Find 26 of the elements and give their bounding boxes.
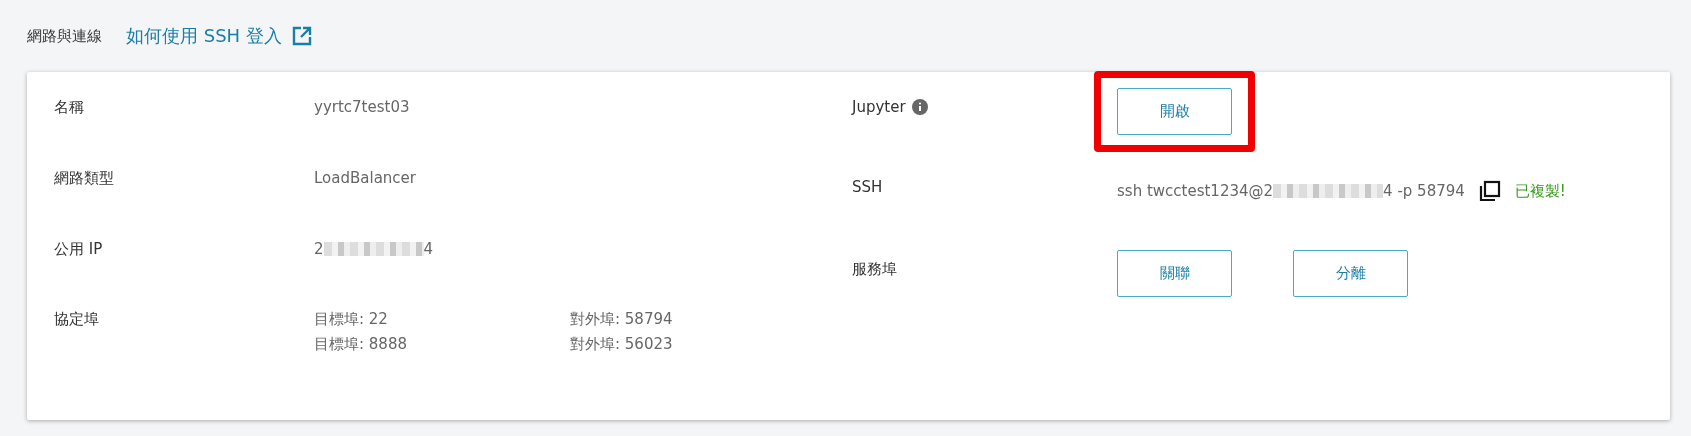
copy-icon[interactable] [1478, 180, 1501, 202]
field-label: Jupyter [852, 98, 928, 116]
field-label: 名稱 [54, 98, 84, 117]
external-port: 對外埠: 56023 [570, 335, 674, 354]
info-icon[interactable] [911, 99, 928, 115]
section-title: 網路與連線 [27, 26, 102, 46]
external-link-icon [291, 26, 312, 46]
ssh-command: ssh twcctest1234@2 [1117, 182, 1274, 200]
field-value: 4 [423, 240, 434, 258]
field-label: SSH [852, 178, 883, 196]
field-label: 公用 IP [54, 240, 103, 259]
target-port: 目標埠: 22 [314, 310, 389, 329]
field-value: LoadBalancer [314, 169, 417, 187]
target-port: 目標埠: 8888 [314, 335, 408, 354]
ssh-command: 4 -p 58794 [1383, 182, 1465, 200]
copied-message: 已複製! [1514, 181, 1566, 201]
field-label: 網路類型 [54, 169, 114, 188]
external-port: 對外埠: 58794 [570, 310, 674, 329]
action-button[interactable]: 開啟 [1117, 88, 1232, 135]
field-value: yyrtc7test03 [314, 98, 411, 116]
action-button[interactable]: 分離 [1293, 250, 1408, 297]
field-label: 協定埠 [54, 310, 99, 329]
field-value: 2 [314, 240, 324, 258]
action-button[interactable]: 關聯 [1117, 250, 1232, 297]
field-label: 服務埠 [852, 260, 897, 279]
help-link[interactable]: 如何使用 SSH 登入 [126, 24, 312, 48]
